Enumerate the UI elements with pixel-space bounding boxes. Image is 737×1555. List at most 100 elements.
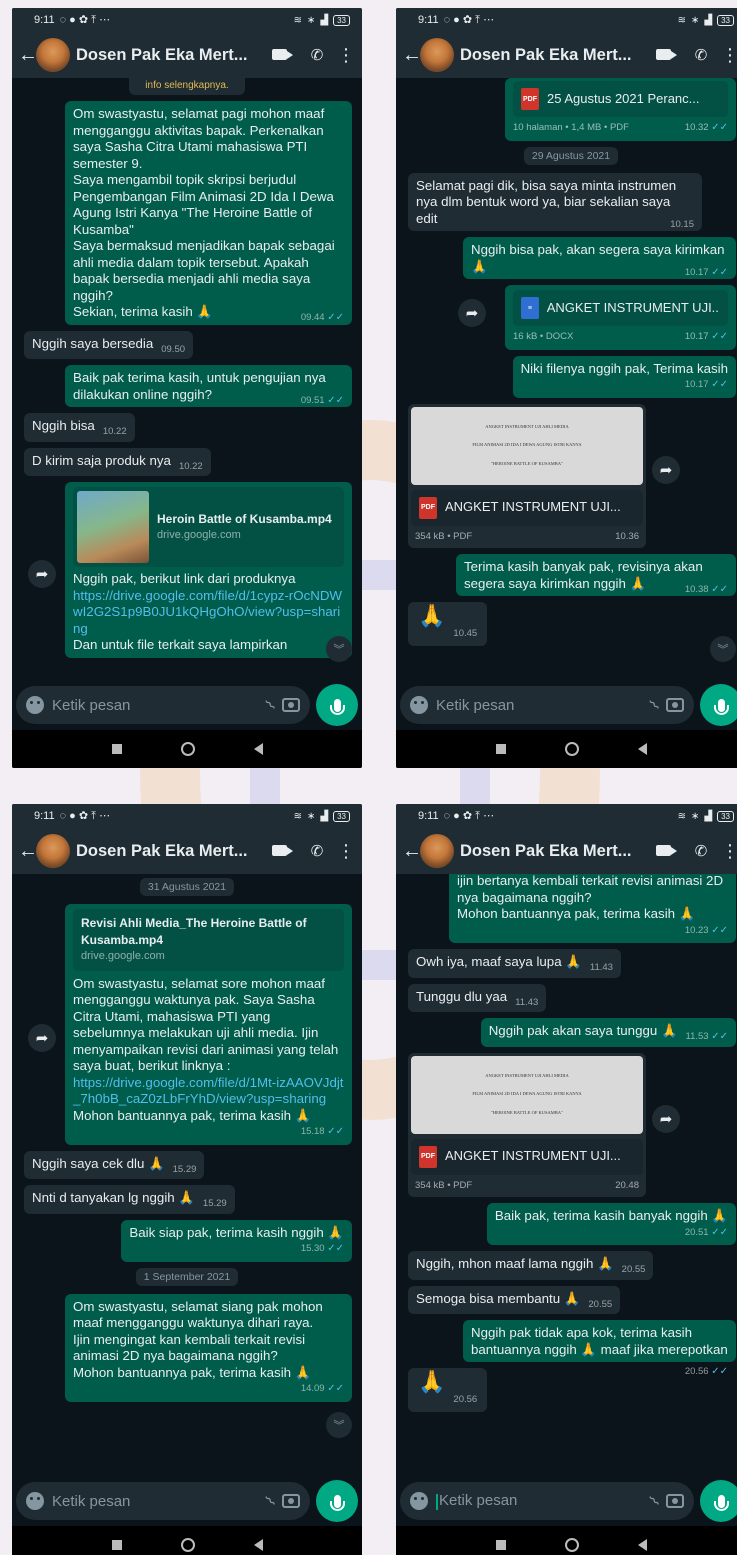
home-icon[interactable]	[564, 1538, 579, 1552]
forward-icon[interactable]: ➦	[458, 299, 486, 327]
message-outgoing[interactable]: ijin bertanya kembali terkait revisi ani…	[449, 874, 736, 943]
video-call-icon[interactable]	[644, 47, 682, 64]
message-outgoing[interactable]: Nggih pak akan saya tunggu 🙏 11.53 ✓✓	[480, 1018, 736, 1047]
back-arrow-icon[interactable]: ←	[402, 44, 422, 67]
message-outgoing[interactable]: Nggih pak tidak apa kok, terima kasih ba…	[463, 1320, 736, 1377]
message-outgoing-document[interactable]: ≡ ANGKET INSTRUMENT UJI... 16 kB • DOCX 1…	[505, 285, 736, 350]
document-attachment[interactable]: PDF 25 Agustus 2021 Peranc...	[513, 81, 728, 117]
phone-call-icon[interactable]: ✆	[298, 842, 336, 860]
message-incoming[interactable]: Nggih saya bersedia 09.50	[24, 330, 194, 359]
emoji-icon[interactable]	[26, 1492, 44, 1510]
video-call-icon[interactable]	[260, 47, 298, 64]
contact-name[interactable]: Dosen Pak Eka Mert...	[460, 842, 644, 861]
camera-icon[interactable]	[666, 1494, 684, 1508]
video-call-icon[interactable]	[260, 843, 298, 860]
message-incoming[interactable]: Nggih bisa 10.22	[24, 413, 135, 442]
document-attachment[interactable]: PDF ANGKET INSTRUMENT UJI...	[411, 489, 643, 526]
recents-icon[interactable]	[495, 744, 506, 754]
scroll-down-icon[interactable]: ︾	[326, 1412, 352, 1438]
message-outgoing-document[interactable]: PDF 25 Agustus 2021 Peranc... 10 halaman…	[505, 78, 736, 141]
forward-icon[interactable]: ➦	[28, 1024, 56, 1052]
message-input[interactable]: Ketik pesan ⌇	[400, 686, 694, 724]
message-outgoing[interactable]: Om swastyastu, selamat siang pak mohon m…	[65, 1293, 352, 1402]
chat-area[interactable]: PDF 25 Agustus 2021 Peranc... 10 halaman…	[396, 78, 737, 668]
avatar[interactable]	[36, 834, 70, 868]
message-outgoing-link[interactable]: Heroin Battle of Kusamba.mp4 drive.googl…	[65, 482, 352, 658]
home-icon[interactable]	[564, 742, 579, 756]
more-options-icon[interactable]: ⋮	[720, 45, 737, 66]
message-incoming[interactable]: Nggih, mhon maaf lama nggih 🙏 20.55	[408, 1251, 654, 1280]
back-nav-icon[interactable]	[637, 743, 647, 755]
mic-button[interactable]	[316, 1480, 358, 1522]
mic-button[interactable]	[700, 1480, 737, 1522]
phone-call-icon[interactable]: ✆	[682, 842, 720, 860]
avatar[interactable]	[420, 834, 454, 868]
message-outgoing[interactable]: Baik siap pak, terima kasih nggih 🙏 15.3…	[121, 1219, 352, 1262]
chat-area[interactable]: ijin bertanya kembali terkait revisi ani…	[396, 874, 737, 1464]
message-link[interactable]: https://drive.google.com/file/d/1Mt-izAA…	[73, 1075, 344, 1108]
emoji-icon[interactable]	[410, 1492, 428, 1510]
message-input[interactable]: Ketik pesan ⌇	[16, 1482, 310, 1520]
recents-icon[interactable]	[111, 1540, 122, 1550]
home-icon[interactable]	[180, 1538, 195, 1552]
chat-area[interactable]: 31 Agustus 2021 ➦ Revisi Ahli Media_The …	[12, 874, 362, 1464]
message-incoming[interactable]: Owh iya, maaf saya lupa 🙏 11.43	[408, 949, 621, 978]
chat-area[interactable]: info selengkapnya. Om swastyastu, selama…	[12, 78, 362, 668]
message-incoming[interactable]: Semoga bisa membantu 🙏 20.55	[408, 1285, 621, 1314]
recents-icon[interactable]	[111, 744, 122, 754]
message-incoming[interactable]: 🙏 20.56	[408, 1368, 488, 1412]
back-nav-icon[interactable]	[253, 743, 263, 755]
video-call-icon[interactable]	[644, 843, 682, 860]
message-outgoing[interactable]: Baik pak terima kasih, untuk pengujian n…	[65, 365, 352, 407]
scroll-down-icon[interactable]: ︾	[326, 636, 352, 662]
camera-icon[interactable]	[282, 1494, 300, 1508]
document-attachment[interactable]: ≡ ANGKET INSTRUMENT UJI...	[513, 290, 728, 326]
recents-icon[interactable]	[495, 1540, 506, 1550]
camera-icon[interactable]	[666, 698, 684, 712]
message-incoming[interactable]: Nggih saya cek dlu 🙏 15.29	[24, 1150, 205, 1179]
back-arrow-icon[interactable]: ←	[402, 840, 422, 863]
message-incoming[interactable]: Tunggu dlu yaa 11.43	[408, 983, 547, 1012]
message-incoming[interactable]: 🙏 10.45	[408, 602, 488, 646]
phone-call-icon[interactable]: ✆	[298, 46, 336, 64]
back-arrow-icon[interactable]: ←	[18, 44, 38, 67]
avatar[interactable]	[420, 38, 454, 72]
camera-icon[interactable]	[282, 698, 300, 712]
contact-name[interactable]: Dosen Pak Eka Mert...	[76, 46, 260, 65]
avatar[interactable]	[36, 38, 70, 72]
message-incoming[interactable]: Selamat pagi dik, bisa saya minta instru…	[408, 172, 702, 231]
message-outgoing[interactable]: Baik pak, terima kasih banyak nggih 🙏 20…	[486, 1203, 736, 1245]
phone-call-icon[interactable]: ✆	[682, 46, 720, 64]
message-outgoing[interactable]: Om swastyastu, selamat pagi mohon maaf m…	[65, 101, 352, 325]
message-outgoing[interactable]: Niki filenya nggih pak, Terima kasih 10.…	[512, 355, 736, 398]
more-options-icon[interactable]: ⋮	[336, 841, 356, 862]
link-preview-card[interactable]: Revisi Ahli Media_The Heroine Battle of …	[73, 909, 344, 971]
back-nav-icon[interactable]	[637, 1539, 647, 1551]
attach-icon[interactable]: ⌇	[261, 1492, 279, 1510]
contact-name[interactable]: Dosen Pak Eka Mert...	[76, 842, 260, 861]
message-incoming-document[interactable]: ANGKET INSTRUMENT UJI AHLI MEDIA FILM AN…	[408, 403, 646, 548]
message-link[interactable]: https://drive.google.com/file/d/1cypz-rO…	[73, 588, 344, 638]
home-icon[interactable]	[180, 742, 195, 756]
more-options-icon[interactable]: ⋮	[720, 841, 737, 862]
message-input[interactable]: Ketik pesan ⌇	[16, 686, 310, 724]
scroll-down-icon[interactable]: ︾	[710, 636, 736, 662]
attach-icon[interactable]: ⌇	[645, 1492, 663, 1510]
back-nav-icon[interactable]	[253, 1539, 263, 1551]
attach-icon[interactable]: ⌇	[645, 696, 663, 714]
forward-icon[interactable]: ➦	[28, 560, 56, 588]
mic-button[interactable]	[700, 684, 737, 726]
contact-name[interactable]: Dosen Pak Eka Mert...	[460, 46, 644, 65]
message-input[interactable]: Ketik pesan ⌇	[400, 1482, 694, 1520]
document-attachment[interactable]: PDF ANGKET INSTRUMENT UJI...	[411, 1138, 643, 1175]
message-incoming[interactable]: Nnti d tanyakan lg nggih 🙏 15.29	[24, 1185, 235, 1214]
link-preview-card[interactable]: Heroin Battle of Kusamba.mp4 drive.googl…	[73, 487, 344, 567]
message-outgoing[interactable]: Terima kasih banyak pak, revisinya akan …	[456, 554, 736, 596]
attach-icon[interactable]: ⌇	[261, 696, 279, 714]
more-options-icon[interactable]: ⋮	[336, 45, 356, 66]
mic-button[interactable]	[316, 684, 358, 726]
forward-icon[interactable]: ➦	[652, 455, 680, 484]
emoji-icon[interactable]	[26, 696, 44, 714]
back-arrow-icon[interactable]: ←	[18, 840, 38, 863]
message-outgoing[interactable]: Nggih bisa pak, akan segera saya kirimka…	[463, 237, 736, 279]
